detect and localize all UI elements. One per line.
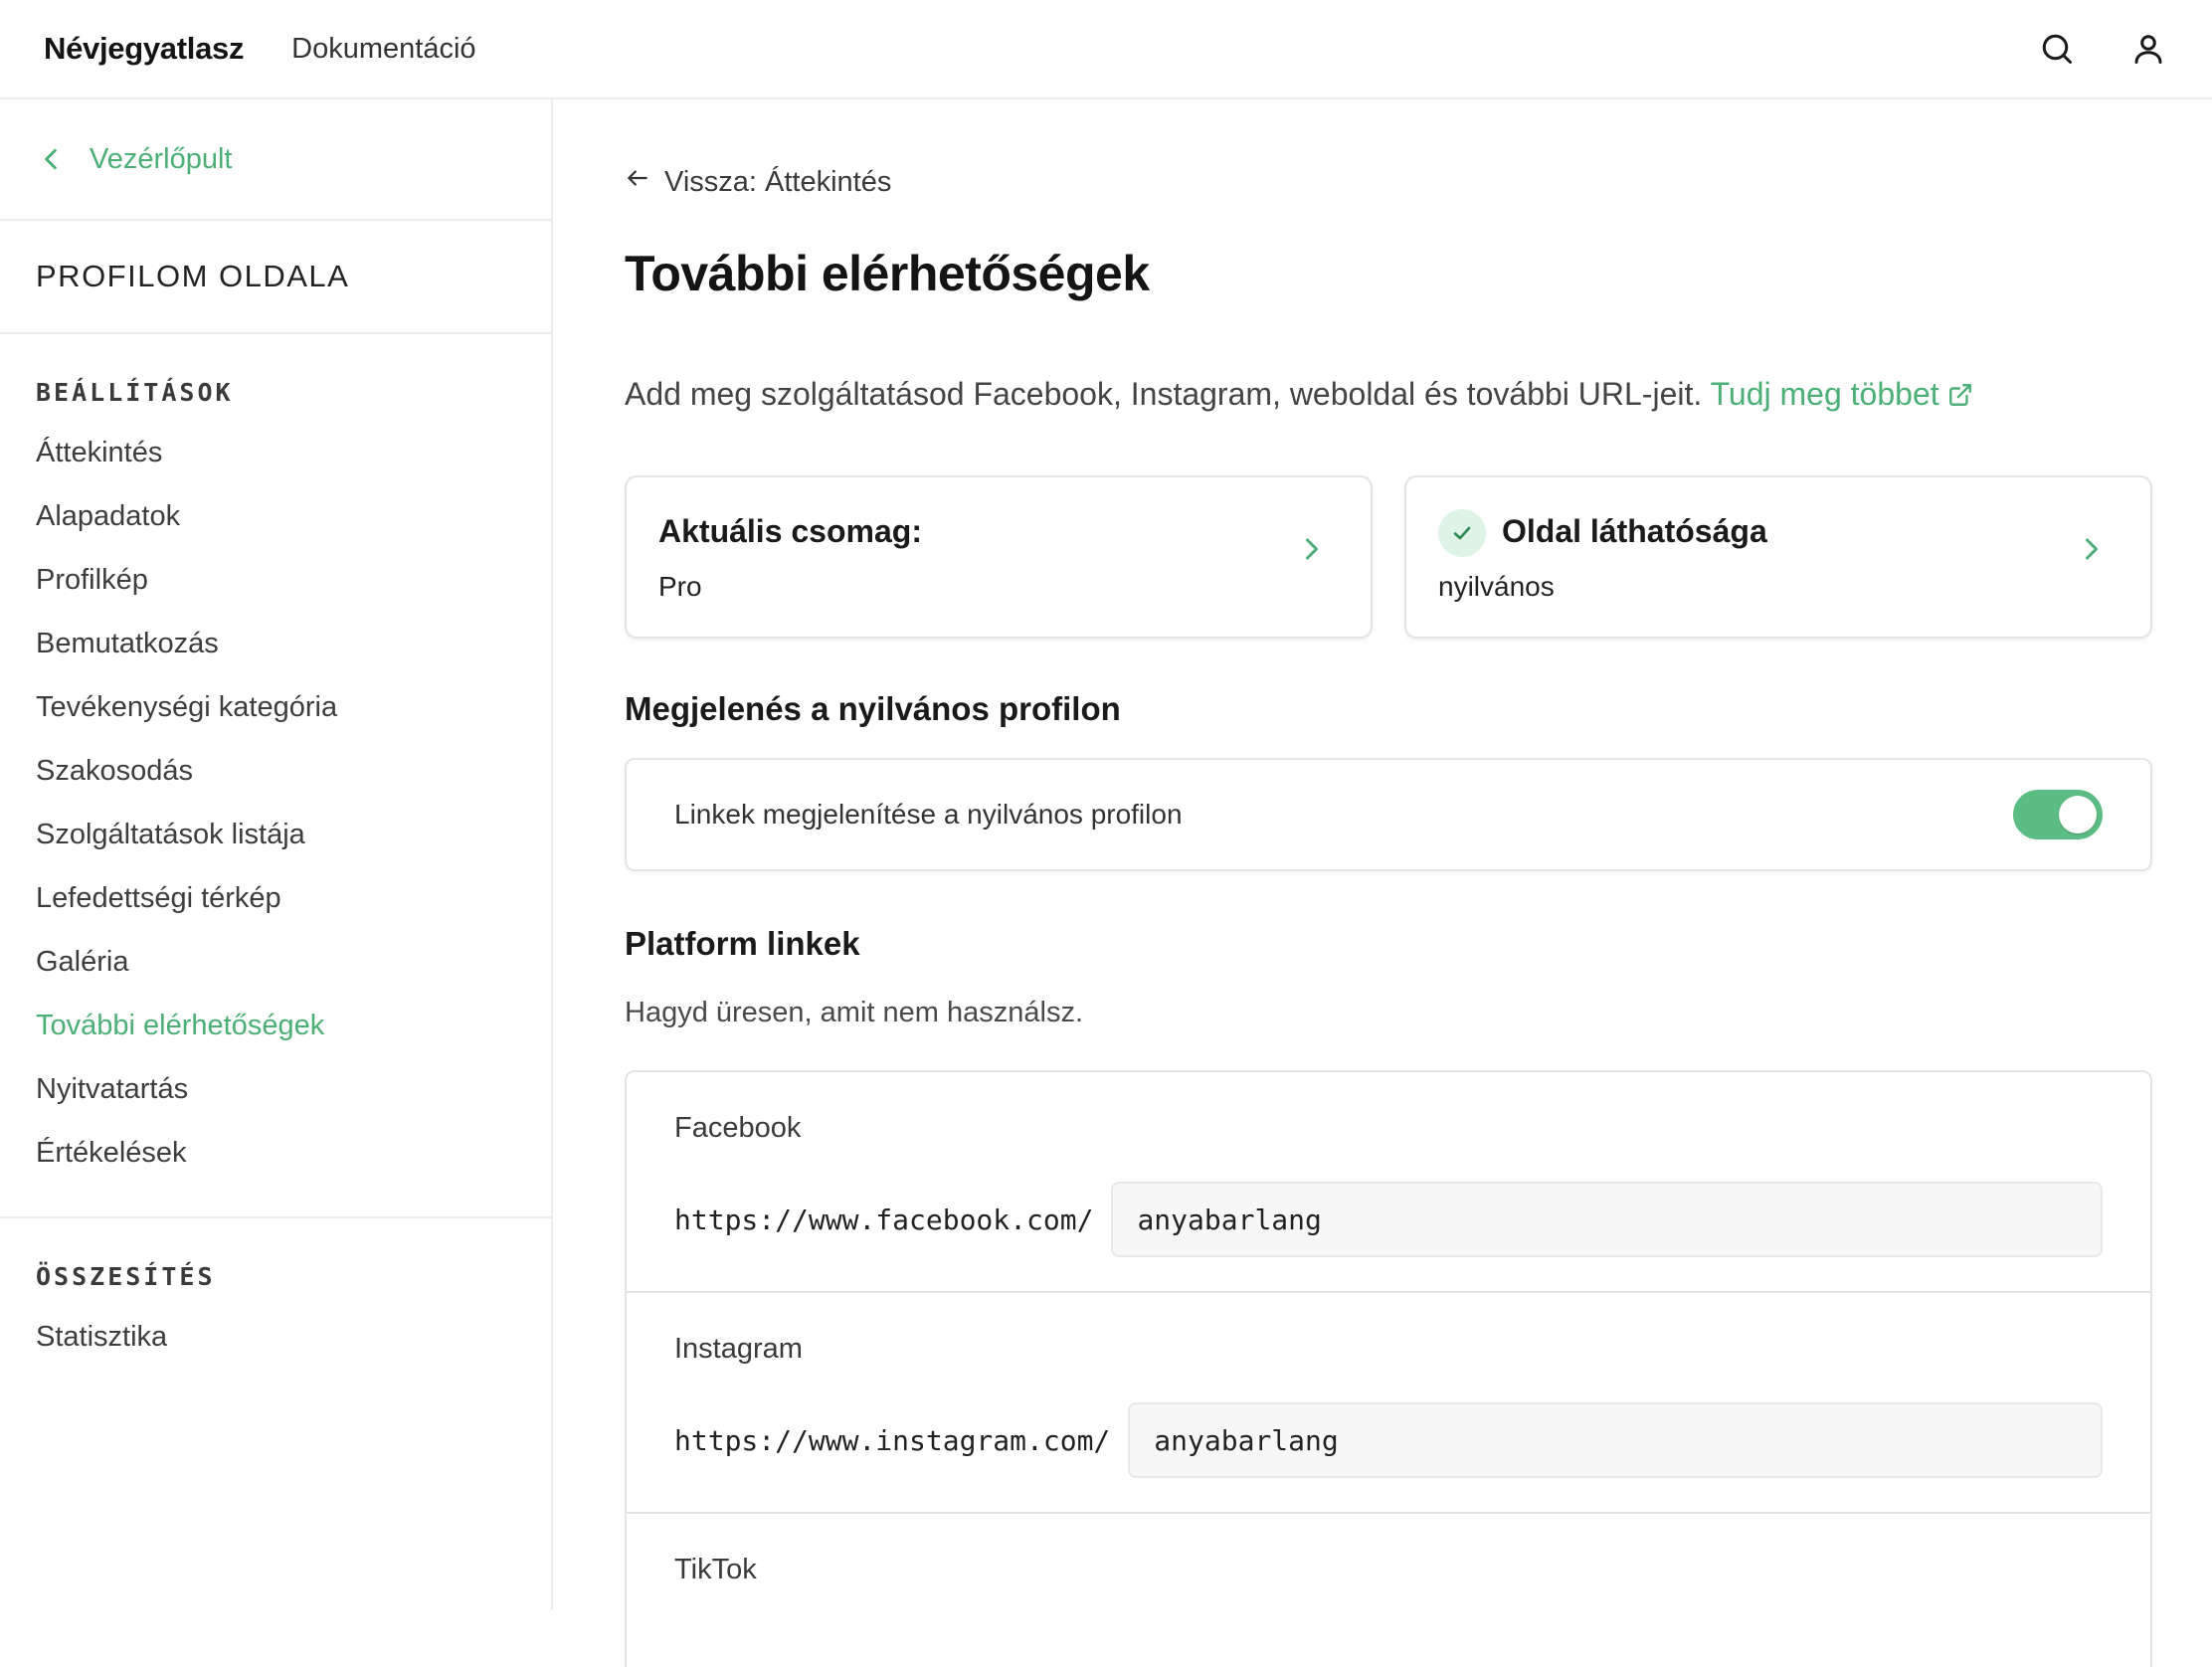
url-prefix: https://www.instagram.com/ — [674, 1423, 1111, 1457]
settings-section: BEÁLLÍTÁSOK Áttekintés Alapadatok Profilké… — [0, 334, 551, 1218]
sidebar-item-szolgaltatasok-listaja[interactable]: Szolgáltatások listája — [36, 803, 551, 866]
current-plan-card[interactable]: Aktuális csomag: Pro — [625, 475, 1373, 639]
link-name: Instagram — [674, 1333, 803, 1365]
sidebar-item-nyitvatartas[interactable]: Nyitvatartás — [36, 1057, 551, 1121]
platform-links-panel: Facebook https://www.facebook.com/Instagr… — [625, 1070, 2152, 1667]
search-icon[interactable] — [2037, 29, 2077, 69]
sidebar-item-alapadatok[interactable]: Alapadatok — [36, 484, 551, 548]
chevron-right-icon — [2083, 535, 2101, 568]
toggle-knob — [2059, 796, 2097, 834]
current-plan-title: Aktuális csomag: — [658, 513, 922, 549]
sidebar-item-bemutatkozas[interactable]: Bemutatkozás — [36, 612, 551, 675]
link-input-line: https://www.facebook.com/ — [674, 1182, 2103, 1257]
show-links-setting: Linkek megjelenítése a nyilvános profilo… — [625, 758, 2152, 871]
sidebar: Vezérlőpult PROFILOM OLDALA BEÁLLÍTÁSOK … — [0, 99, 553, 1609]
back-to-dashboard-link[interactable]: Vezérlőpult — [0, 99, 551, 221]
top-bar: Névjegyatlasz Dokumentáció — [0, 0, 2212, 99]
sidebar-item-tovabbi-elerhetosegek[interactable]: További elérhetőségek — [36, 994, 551, 1057]
brand-logo[interactable]: Névjegyatlasz — [44, 31, 244, 67]
sidebar-item-attekintes[interactable]: Áttekintés — [36, 421, 551, 484]
profile-page-title: PROFILOM OLDALA — [0, 221, 551, 334]
summary-section: ÖSSZESÍTÉS Statisztika — [0, 1218, 551, 1400]
link-row-tiktok: TikTok — [627, 1514, 2150, 1667]
nav-docs-link[interactable]: Dokumentáció — [291, 33, 475, 66]
arrow-left-icon — [625, 165, 650, 199]
learn-more-label: Tudj meg többet — [1710, 376, 1939, 412]
sidebar-item-statisztika[interactable]: Statisztika — [36, 1305, 551, 1369]
back-to-dashboard-label: Vezérlőpult — [90, 142, 233, 175]
facebook-username-input[interactable] — [1111, 1182, 2103, 1257]
link-name: Facebook — [674, 1112, 802, 1144]
public-profile-heading: Megjelenés a nyilvános profilon — [625, 690, 1121, 727]
learn-more-link[interactable]: Tudj meg többet — [1711, 376, 1973, 412]
top-actions — [2037, 29, 2168, 69]
intro-description: Add meg szolgáltatásod Facebook, Instagr… — [625, 376, 1703, 412]
show-links-toggle[interactable] — [2013, 790, 2103, 839]
check-icon — [1438, 509, 1486, 557]
link-input-line: https://www.instagram.com/ — [674, 1402, 2103, 1478]
platform-links-hint: Hagyd üresen, amit nem használsz. — [625, 997, 1083, 1028]
settings-nav-list: Áttekintés Alapadatok Profilkép Bemutatkozá… — [36, 421, 551, 1185]
back-to-overview-link[interactable]: Vissza: Áttekintés — [625, 165, 891, 199]
visibility-title: Oldal láthatósága — [1502, 513, 1767, 549]
current-plan-value: Pro — [658, 571, 702, 602]
external-link-icon — [1947, 379, 1973, 416]
summary-nav-list: Statisztika — [36, 1305, 551, 1369]
user-icon[interactable] — [2128, 29, 2168, 69]
chevron-left-icon — [42, 146, 60, 172]
show-links-label: Linkek megjelenítése a nyilvános profilo… — [674, 799, 1183, 830]
sidebar-item-galeria[interactable]: Galéria — [36, 930, 551, 994]
intro-text: Add meg szolgáltatásod Facebook, Instagr… — [625, 376, 2156, 416]
url-prefix: https://www.facebook.com/ — [674, 1203, 1094, 1236]
sidebar-item-tevekenysegi-kategoria[interactable]: Tevékenységi kategória — [36, 675, 551, 739]
sidebar-item-lefedettsegi-terkep[interactable]: Lefedettségi térkép — [36, 866, 551, 930]
link-row-facebook: Facebook https://www.facebook.com/ — [627, 1072, 2150, 1293]
visibility-card[interactable]: Oldal láthatósága nyilvános — [1404, 475, 2152, 639]
chevron-right-icon — [1303, 535, 1321, 568]
instagram-username-input[interactable] — [1128, 1402, 2103, 1478]
summary-heading: ÖSSZESÍTÉS — [36, 1262, 216, 1291]
settings-heading: BEÁLLÍTÁSOK — [36, 378, 234, 407]
back-to-overview-label: Vissza: Áttekintés — [664, 165, 892, 198]
page-title: További elérhetőségek — [625, 246, 1150, 301]
visibility-value: nyilvános — [1438, 571, 1555, 602]
link-row-instagram: Instagram https://www.instagram.com/ — [627, 1293, 2150, 1514]
sidebar-item-ertekelesek[interactable]: Értékelések — [36, 1121, 551, 1185]
sidebar-item-profilkep[interactable]: Profilkép — [36, 548, 551, 612]
platform-links-heading: Platform linkek — [625, 925, 860, 962]
link-name: TikTok — [674, 1554, 757, 1585]
sidebar-item-szakosodas[interactable]: Szakosodás — [36, 739, 551, 803]
